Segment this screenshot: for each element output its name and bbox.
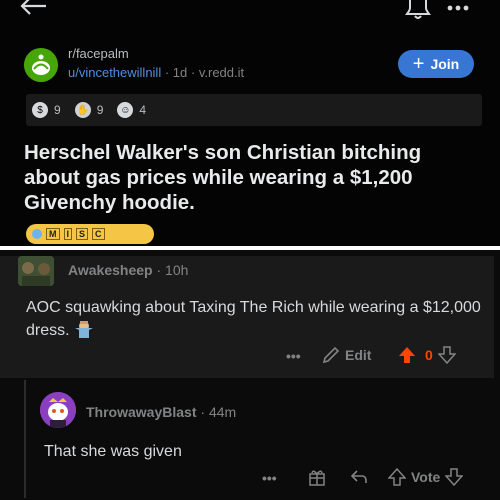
downvote-icon[interactable] xyxy=(445,468,464,486)
post-author[interactable]: u/vincethewillnill xyxy=(68,65,161,80)
awards-bar[interactable]: $ 9 ✋ 9 ☺ 4 xyxy=(26,94,482,126)
helpful-award-icon: ✋ xyxy=(74,102,91,118)
flair-emoji-icon xyxy=(32,229,42,239)
back-arrow-icon[interactable] xyxy=(18,0,48,16)
bell-icon[interactable] xyxy=(404,0,432,20)
edit-button[interactable]: Edit xyxy=(322,346,371,364)
post-age: 1d xyxy=(172,65,188,80)
join-button[interactable]: + Join xyxy=(398,50,474,78)
comment-more-button[interactable]: ••• xyxy=(286,348,301,364)
post-meta: u/vincethewillnill · 1d · v.redd.it xyxy=(68,65,245,80)
comment-age: 10h xyxy=(165,262,189,278)
reply-vote-group: Vote xyxy=(388,468,464,486)
comment-author[interactable]: Awakesheep xyxy=(68,262,153,278)
commenter-avatar[interactable] xyxy=(18,256,54,286)
reply-age: 44m xyxy=(208,404,237,420)
join-button-label: Join xyxy=(430,56,460,72)
reply-meta: ThrowawayBlast · 44m xyxy=(86,404,237,420)
more-options-icon: ••• xyxy=(286,348,301,364)
award-gift-icon[interactable] xyxy=(308,468,326,486)
silver-award-icon: $ xyxy=(32,102,48,118)
reply-body: That she was given xyxy=(44,443,182,460)
reply-more-button[interactable]: ••• xyxy=(262,470,277,486)
award-count: 4 xyxy=(139,103,147,117)
comment-text: AOC squawking about Taxing The Rich whil… xyxy=(26,299,481,339)
facepalm-snoo-icon xyxy=(24,48,58,82)
upvote-icon[interactable] xyxy=(388,468,406,486)
shrug-emoji-icon xyxy=(75,321,94,338)
flair-letter: S xyxy=(76,228,89,240)
edit-label: Edit xyxy=(345,347,372,363)
vote-label: Vote xyxy=(411,469,441,485)
pencil-icon xyxy=(322,346,340,364)
comment-meta: Awakesheep · 10h xyxy=(68,262,189,278)
post-flair[interactable]: M I S C xyxy=(26,224,154,244)
award-count: 9 xyxy=(96,103,104,117)
downvote-icon[interactable] xyxy=(437,346,456,364)
more-options-icon[interactable] xyxy=(446,4,470,12)
flair-letter: M xyxy=(46,228,60,240)
avatar-image-icon xyxy=(18,256,54,286)
upvote-icon[interactable] xyxy=(398,346,416,364)
award-count: 9 xyxy=(54,103,61,117)
snoo-avatar-icon xyxy=(40,392,76,428)
flair-letter: I xyxy=(63,228,73,240)
wholesome-award-icon: ☺ xyxy=(117,102,134,118)
comment-score: 0 xyxy=(425,347,433,363)
plus-icon: + xyxy=(412,53,425,75)
post-domain[interactable]: v.redd.it xyxy=(199,65,244,80)
comment-vote-group: 0 xyxy=(398,346,456,364)
flair-letter: C xyxy=(92,228,105,240)
reply-avatar[interactable] xyxy=(40,392,76,428)
more-options-icon: ••• xyxy=(262,470,277,486)
thread-line[interactable] xyxy=(24,380,26,498)
reply-author[interactable]: ThrowawayBlast xyxy=(86,404,196,420)
post-title[interactable]: Herschel Walker's son Christian bitching… xyxy=(24,140,479,215)
reply-arrow-icon[interactable] xyxy=(350,469,368,485)
subreddit-avatar[interactable] xyxy=(24,48,58,82)
subreddit-name[interactable]: r/facepalm xyxy=(68,46,129,61)
comment-body: AOC squawking about Taxing The Rich whil… xyxy=(26,296,481,342)
